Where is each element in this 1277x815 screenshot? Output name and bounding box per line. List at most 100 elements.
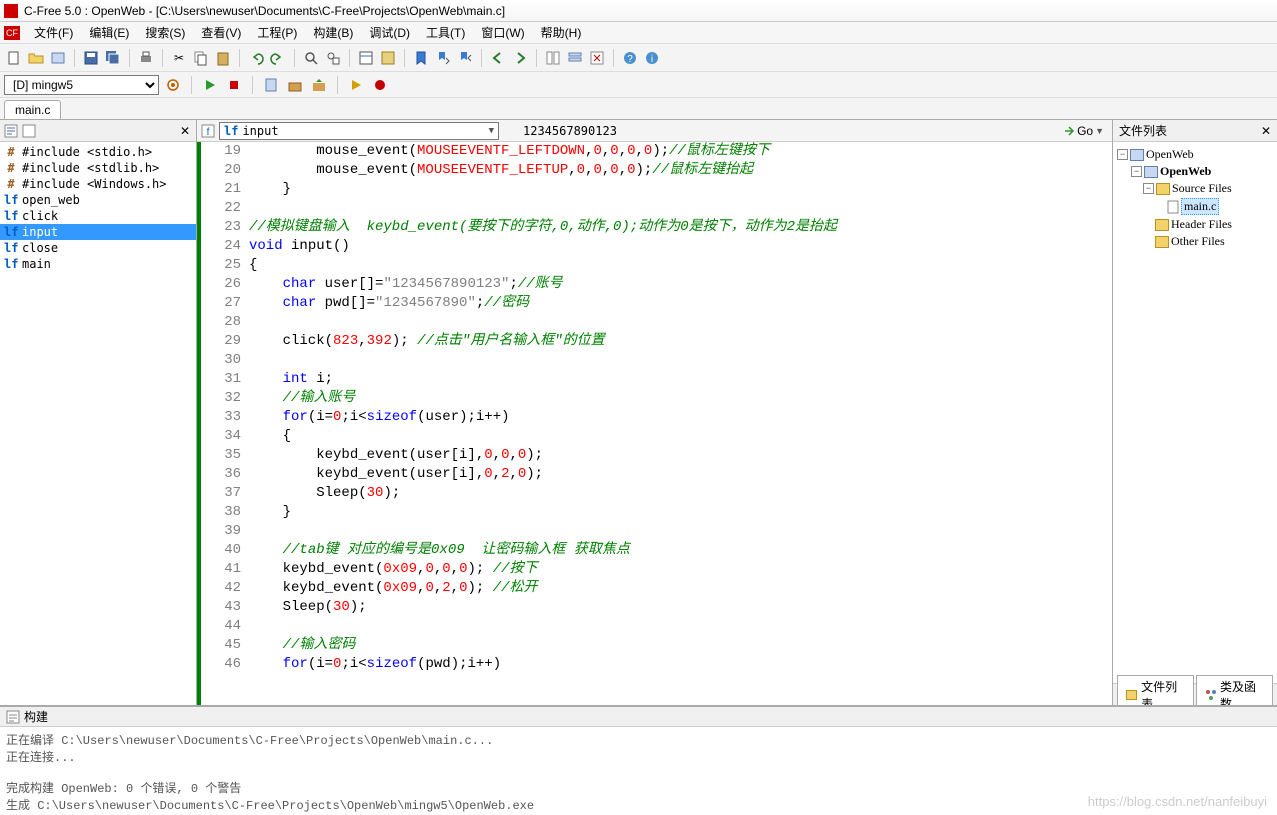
find-in-files-icon[interactable] xyxy=(323,48,343,68)
build-toolbar: [D] mingw5 xyxy=(0,72,1277,98)
filelist-title: 文件列表 xyxy=(1119,122,1167,139)
symbol-item[interactable]: lfinput xyxy=(0,224,196,240)
bookmark-next-icon[interactable] xyxy=(433,48,453,68)
menu-file[interactable]: 文件(F) xyxy=(26,22,81,43)
menu-help[interactable]: 帮助(H) xyxy=(533,22,590,43)
breakpoint-icon[interactable] xyxy=(370,75,390,95)
options-icon[interactable] xyxy=(378,48,398,68)
separator xyxy=(239,49,240,67)
symbol-item[interactable]: ##include <stdlib.h> xyxy=(0,160,196,176)
menu-debug[interactable]: 调试(D) xyxy=(361,22,418,43)
folder-icon xyxy=(1156,183,1170,195)
nav-back-icon[interactable] xyxy=(488,48,508,68)
symbol-item[interactable]: ##include <stdio.h> xyxy=(0,144,196,160)
tree-folder-other[interactable]: Other Files xyxy=(1117,233,1273,250)
code-content[interactable]: mouse_event(MOUSEEVENTF_LEFTDOWN,0,0,0,0… xyxy=(247,142,1112,705)
separator xyxy=(481,49,482,67)
save-icon[interactable] xyxy=(81,48,101,68)
build-output-header: 构建 xyxy=(0,707,1277,727)
project-icon xyxy=(1144,166,1158,178)
function-icon: lf xyxy=(4,193,18,207)
close-icon[interactable]: ✕ xyxy=(178,124,192,138)
tab-filelist[interactable]: 文件列表 xyxy=(1117,675,1194,706)
separator xyxy=(349,49,350,67)
tree-folder-source[interactable]: −Source Files xyxy=(1117,180,1273,197)
go-button[interactable]: Go ▼ xyxy=(1059,123,1108,139)
menu-build[interactable]: 构建(B) xyxy=(305,22,361,43)
menu-view[interactable]: 查看(V) xyxy=(193,22,249,43)
chevron-down-icon: ▼ xyxy=(489,126,494,136)
tree-file-main-c[interactable]: main.c xyxy=(1117,197,1273,216)
symbol-item[interactable]: lfclick xyxy=(0,208,196,224)
class-icon xyxy=(1205,689,1216,701)
debug-start-icon[interactable] xyxy=(346,75,366,95)
symbol-panel-icon2[interactable] xyxy=(22,124,36,138)
redo-icon[interactable] xyxy=(268,48,288,68)
bookmark-toggle-icon[interactable] xyxy=(411,48,431,68)
separator xyxy=(294,49,295,67)
bookmark-prev-icon[interactable] xyxy=(455,48,475,68)
function-icon: lf xyxy=(4,225,18,239)
symbol-item[interactable]: lfmain xyxy=(0,256,196,272)
build-config-combo[interactable]: [D] mingw5 xyxy=(4,75,159,95)
tab-classes[interactable]: 类及函数 xyxy=(1196,675,1273,706)
symbol-panel-header: ✕ xyxy=(0,120,196,142)
compile-icon[interactable] xyxy=(261,75,281,95)
code-editor[interactable]: 19 20 21 22 23 24 25 26 27 28 29 30 31 3… xyxy=(197,142,1112,705)
cut-icon[interactable]: ✂ xyxy=(169,48,189,68)
app-icon xyxy=(4,4,18,18)
go-arrow-icon xyxy=(1063,125,1075,137)
collapse-icon[interactable]: − xyxy=(1131,166,1142,177)
main-toolbar: ✂ ? i xyxy=(0,44,1277,72)
tree-root[interactable]: −OpenWeb xyxy=(1117,146,1273,163)
open-file-icon[interactable] xyxy=(26,48,46,68)
properties-icon[interactable] xyxy=(356,48,376,68)
separator xyxy=(191,76,192,94)
config-settings-icon[interactable] xyxy=(163,75,183,95)
project-tree[interactable]: −OpenWeb −OpenWeb −Source Files main.c H… xyxy=(1113,142,1277,683)
function-list-icon[interactable]: f xyxy=(201,124,215,138)
chevron-down-icon: ▼ xyxy=(1095,126,1104,136)
function-bar: f lf input ▼ 1234567890123 Go ▼ xyxy=(197,120,1112,142)
collapse-icon[interactable]: − xyxy=(1143,183,1154,194)
function-combo[interactable]: lf input ▼ xyxy=(219,122,499,140)
rebuild-icon[interactable] xyxy=(309,75,329,95)
go-label: Go xyxy=(1077,124,1093,138)
menu-project[interactable]: 工程(P) xyxy=(249,22,305,43)
tree-project[interactable]: −OpenWeb xyxy=(1117,163,1273,180)
menu-edit[interactable]: 编辑(E) xyxy=(81,22,137,43)
tab-main-c[interactable]: main.c xyxy=(4,100,61,119)
symbol-item[interactable]: lfclose xyxy=(0,240,196,256)
help-icon[interactable]: ? xyxy=(620,48,640,68)
menu-window[interactable]: 窗口(W) xyxy=(473,22,532,43)
toggle-source-icon[interactable] xyxy=(543,48,563,68)
new-file-icon[interactable] xyxy=(4,48,24,68)
symbol-item[interactable]: lfopen_web xyxy=(0,192,196,208)
close-icon[interactable]: ✕ xyxy=(1261,124,1271,138)
print-icon[interactable] xyxy=(136,48,156,68)
save-all-icon[interactable] xyxy=(103,48,123,68)
build-icon[interactable] xyxy=(285,75,305,95)
find-icon[interactable] xyxy=(301,48,321,68)
new-project-icon[interactable] xyxy=(48,48,68,68)
symbol-label: close xyxy=(22,241,58,255)
symbol-list[interactable]: ##include <stdio.h>##include <stdlib.h>#… xyxy=(0,142,196,705)
close-window-icon[interactable] xyxy=(587,48,607,68)
menu-search[interactable]: 搜索(S) xyxy=(137,22,193,43)
undo-icon[interactable] xyxy=(246,48,266,68)
window-list-icon[interactable] xyxy=(565,48,585,68)
stop-icon[interactable] xyxy=(224,75,244,95)
symbol-label: #include <stdio.h> xyxy=(22,145,152,159)
editor-panel: f lf input ▼ 1234567890123 Go ▼ 19 20 21… xyxy=(197,120,1112,705)
paste-icon[interactable] xyxy=(213,48,233,68)
copy-icon[interactable] xyxy=(191,48,211,68)
symbol-item[interactable]: ##include <Windows.h> xyxy=(0,176,196,192)
collapse-icon[interactable]: − xyxy=(1117,149,1128,160)
nav-forward-icon[interactable] xyxy=(510,48,530,68)
tree-folder-header[interactable]: Header Files xyxy=(1117,216,1273,233)
menu-tools[interactable]: 工具(T) xyxy=(418,22,473,43)
about-icon[interactable]: i xyxy=(642,48,662,68)
build-output-text[interactable]: 正在编译 C:\Users\newuser\Documents\C-Free\P… xyxy=(0,727,1277,815)
run-icon[interactable] xyxy=(200,75,220,95)
separator xyxy=(337,76,338,94)
